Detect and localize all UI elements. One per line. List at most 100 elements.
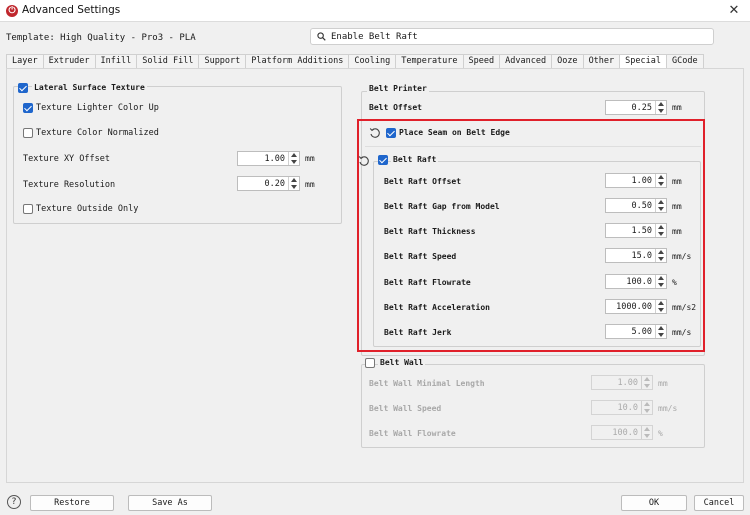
- spin-arrows-icon[interactable]: [655, 174, 666, 187]
- tab-temperature[interactable]: Temperature: [395, 54, 463, 69]
- belt-raft-speed-value: 15.0: [631, 251, 652, 261]
- belt-raft-flowrate-unit: %: [672, 278, 677, 287]
- belt-offset-spinbox[interactable]: 0.25: [605, 100, 667, 115]
- belt-raft-gap-unit: mm: [672, 202, 682, 211]
- spin-arrows-icon[interactable]: [641, 426, 652, 439]
- spin-arrows-icon[interactable]: [655, 275, 666, 288]
- save-as-button[interactable]: Save As: [128, 495, 212, 511]
- tab-layer[interactable]: Layer: [6, 54, 43, 69]
- texture-resolution-label: Texture Resolution: [23, 180, 116, 190]
- reset-icon[interactable]: [369, 127, 381, 139]
- belt-raft-flowrate-spinbox[interactable]: 100.0: [605, 274, 667, 289]
- close-button[interactable]: ✕: [724, 1, 744, 21]
- belt-wall-flowrate-unit: %: [658, 429, 663, 438]
- texture-resolution-spinbox[interactable]: 0.20: [237, 176, 300, 191]
- app-logo-icon: ⏻: [6, 5, 18, 17]
- belt-wall-min-length-label: Belt Wall Minimal Length: [369, 379, 485, 388]
- belt-raft-acceleration-value: 1000.00: [616, 302, 652, 312]
- tab-speed[interactable]: Speed: [462, 54, 500, 69]
- lateral-texture-header: Lateral Surface Texture: [32, 83, 147, 92]
- texture-xy-offset-label: Texture XY Offset: [23, 154, 110, 164]
- belt-raft-speed-unit: mm/s: [672, 252, 692, 261]
- spin-arrows-icon[interactable]: [641, 376, 652, 389]
- tab-advanced[interactable]: Advanced: [499, 54, 552, 69]
- belt-wall-speed-unit: mm/s: [658, 404, 678, 413]
- belt-wall-speed-spinbox[interactable]: 10.0: [591, 400, 653, 415]
- restore-button[interactable]: Restore: [30, 495, 114, 511]
- spin-arrows-icon[interactable]: [655, 325, 666, 338]
- belt-raft-checkbox[interactable]: [378, 155, 388, 165]
- title-bar: ⏻ Advanced Settings ✕: [0, 0, 750, 22]
- spin-arrows-icon[interactable]: [655, 224, 666, 237]
- belt-raft-offset-value: 1.00: [631, 176, 652, 186]
- tab-extruder[interactable]: Extruder: [42, 54, 95, 69]
- belt-wall-speed-value: 10.0: [617, 403, 638, 413]
- tab-bar: Layer Extruder Infill Solid Fill Support…: [6, 54, 704, 69]
- tab-special[interactable]: Special: [619, 54, 666, 69]
- belt-raft-header: Belt Raft: [391, 155, 439, 164]
- place-seam-checkbox[interactable]: [386, 128, 396, 138]
- tab-ooze[interactable]: Ooze: [551, 54, 583, 69]
- tab-cooling[interactable]: Cooling: [348, 54, 396, 69]
- belt-wall-flowrate-value: 100.0: [612, 428, 638, 438]
- texture-xy-offset-value: 1.00: [264, 154, 285, 164]
- tab-solid-fill[interactable]: Solid Fill: [136, 54, 199, 69]
- belt-raft-speed-spinbox[interactable]: 15.0: [605, 248, 667, 263]
- belt-raft-jerk-spinbox[interactable]: 5.00: [605, 324, 667, 339]
- belt-raft-jerk-label: Belt Raft Jerk: [384, 328, 452, 337]
- belt-wall-speed-label: Belt Wall Speed: [369, 404, 442, 413]
- texture-xy-offset-spinbox[interactable]: 1.00: [237, 151, 300, 166]
- tab-support[interactable]: Support: [198, 54, 246, 69]
- belt-wall-flowrate-spinbox[interactable]: 100.0: [591, 425, 653, 440]
- spin-arrows-icon[interactable]: [641, 401, 652, 414]
- spin-arrows-icon[interactable]: [288, 152, 299, 165]
- lateral-texture-checkbox[interactable]: [18, 83, 28, 93]
- belt-raft-flowrate-label: Belt Raft Flowrate: [384, 278, 471, 287]
- belt-wall-checkbox[interactable]: [365, 358, 375, 368]
- help-icon[interactable]: ?: [7, 495, 21, 509]
- texture-lighter-checkbox[interactable]: [23, 103, 33, 113]
- belt-wall-header: Belt Wall: [378, 358, 426, 367]
- belt-raft-acceleration-label: Belt Raft Acceleration: [384, 303, 490, 312]
- texture-resolution-value: 0.20: [264, 179, 285, 189]
- belt-raft-acceleration-spinbox[interactable]: 1000.00: [605, 299, 667, 314]
- belt-printer-header: Belt Printer: [367, 84, 429, 93]
- belt-raft-thickness-spinbox[interactable]: 1.50: [605, 223, 667, 238]
- texture-outside-checkbox[interactable]: [23, 204, 33, 214]
- spin-arrows-icon[interactable]: [655, 101, 666, 114]
- belt-wall-min-length-unit: mm: [658, 379, 668, 388]
- tab-infill[interactable]: Infill: [94, 54, 137, 69]
- belt-wall-min-length-value: 1.00: [617, 378, 638, 388]
- belt-raft-gap-label: Belt Raft Gap from Model: [384, 202, 500, 211]
- ok-button[interactable]: OK: [621, 495, 687, 511]
- belt-wall-min-length-spinbox[interactable]: 1.00: [591, 375, 653, 390]
- texture-lighter-label: Texture Lighter Color Up: [36, 103, 159, 113]
- tab-platform-additions[interactable]: Platform Additions: [245, 54, 349, 69]
- belt-raft-gap-value: 0.50: [631, 201, 652, 211]
- texture-normalized-label: Texture Color Normalized: [36, 128, 159, 138]
- belt-raft-gap-spinbox[interactable]: 0.50: [605, 198, 667, 213]
- template-label: Template: High Quality - Pro3 - PLA: [6, 33, 196, 43]
- search-value: Enable Belt Raft: [331, 32, 418, 42]
- tab-other[interactable]: Other: [582, 54, 620, 69]
- belt-offset-label: Belt Offset: [369, 103, 422, 112]
- cancel-button[interactable]: Cancel: [694, 495, 744, 511]
- search-icon: [317, 32, 326, 41]
- belt-raft-thickness-unit: mm: [672, 227, 682, 236]
- reset-icon[interactable]: [358, 155, 370, 167]
- texture-outside-label: Texture Outside Only: [36, 204, 139, 214]
- texture-xy-offset-unit: mm: [305, 154, 315, 163]
- belt-raft-offset-unit: mm: [672, 177, 682, 186]
- texture-normalized-checkbox[interactable]: [23, 128, 33, 138]
- spin-arrows-icon[interactable]: [655, 300, 666, 313]
- belt-raft-offset-label: Belt Raft Offset: [384, 177, 462, 186]
- belt-raft-thickness-value: 1.50: [631, 226, 652, 236]
- spin-arrows-icon[interactable]: [655, 249, 666, 262]
- tab-gcode[interactable]: GCode: [665, 54, 704, 69]
- belt-offset-value: 0.25: [631, 103, 652, 113]
- belt-raft-jerk-value: 5.00: [631, 327, 652, 337]
- search-input[interactable]: Enable Belt Raft: [310, 28, 714, 45]
- spin-arrows-icon[interactable]: [288, 177, 299, 190]
- spin-arrows-icon[interactable]: [655, 199, 666, 212]
- belt-raft-offset-spinbox[interactable]: 1.00: [605, 173, 667, 188]
